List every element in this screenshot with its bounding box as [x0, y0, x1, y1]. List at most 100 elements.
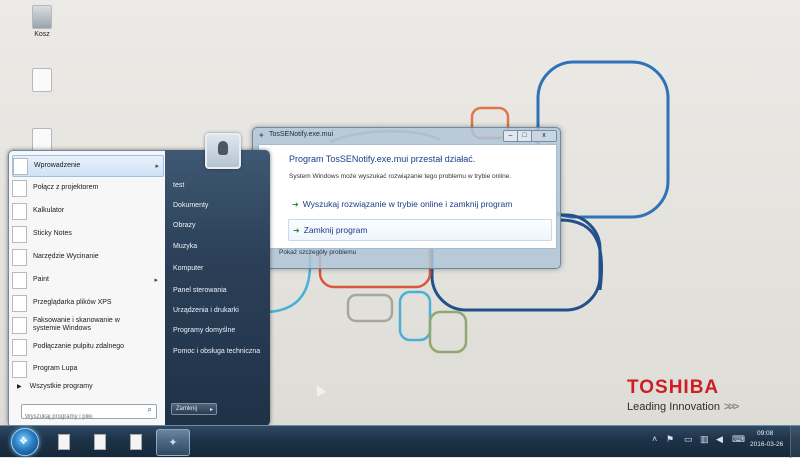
place-default-programs[interactable]: Programy domyślne — [173, 327, 235, 334]
program-item[interactable]: Kalkulator — [12, 201, 162, 221]
chevron-up-icon[interactable]: ˄ — [652, 434, 657, 444]
program-item[interactable]: Podłączanie pulpitu zdalnego — [12, 337, 162, 357]
start-menu: Wprowadzenie ▸ Połącz z projektorem Kalk… — [8, 150, 270, 425]
place-music[interactable]: Muzyka — [173, 243, 197, 250]
desktop-icon-file[interactable] — [22, 68, 62, 94]
desktop-icon-label: Kosz — [34, 31, 50, 38]
program-icon — [12, 294, 27, 312]
battery-icon[interactable]: ▭ — [684, 434, 693, 445]
place-documents[interactable]: Dokumenty — [173, 202, 208, 209]
desktop-icon-recycle-bin[interactable]: Kosz — [22, 5, 62, 38]
desktop: Kosz ✦ TosSENotify.exe.mui – □ x Program… — [0, 0, 800, 425]
shutdown-button[interactable]: Zamknij ▸ — [171, 403, 217, 415]
program-item[interactable]: Sticky Notes — [12, 224, 162, 244]
dialog-description: System Windows może wyszukać rozwiązanie… — [289, 173, 512, 180]
minimize-button[interactable]: – — [503, 130, 518, 142]
place-control-panel[interactable]: Panel sterowania — [173, 287, 227, 294]
document-icon — [58, 433, 70, 450]
avatar[interactable] — [205, 133, 241, 169]
triangle-right-icon: ▶ — [17, 384, 22, 390]
place-devices-printers[interactable]: Urządzenia i drukarki — [173, 307, 239, 314]
program-label: Połącz z projektorem — [33, 184, 99, 191]
start-button[interactable]: ❖ — [11, 428, 39, 456]
tagline-chevrons: >>> — [723, 401, 739, 413]
place-user[interactable]: test — [173, 182, 184, 189]
program-item[interactable]: Paint ▸ — [12, 270, 162, 290]
program-icon — [12, 271, 27, 289]
arrow-right-icon: ➜ — [292, 199, 299, 209]
taskbar-button[interactable] — [84, 429, 116, 454]
clock-time[interactable]: 09:08 — [757, 430, 773, 437]
app-icon: ✦ — [168, 437, 178, 449]
arrow-right-icon: ➜ — [293, 225, 300, 235]
keyboard-icon[interactable]: ⌨ — [732, 434, 745, 445]
program-item[interactable]: Przeglądarka plików XPS — [12, 293, 162, 313]
maximize-button[interactable]: □ — [517, 130, 532, 142]
document-icon — [130, 433, 142, 450]
search-online-option[interactable]: ➜ Wyszukaj rozwiązanie w trybie online i… — [288, 194, 550, 214]
shutdown-label: Zamknij — [176, 406, 198, 412]
program-item[interactable]: Połącz z projektorem — [12, 178, 162, 198]
dialog-heading: Program TosSENotify.exe.mui przestał dzi… — [289, 154, 476, 164]
clock-date[interactable]: 2016-03-26 — [750, 441, 783, 448]
program-icon — [12, 202, 27, 220]
app-icon: ✦ — [258, 131, 265, 140]
program-item[interactable]: Narzędzie Wycinanie — [12, 247, 162, 267]
taskbar-button-active[interactable]: ✦ — [156, 429, 190, 456]
network-icon[interactable]: ▥ — [700, 434, 709, 445]
toshiba-tagline: Leading Innovation >>> — [627, 401, 739, 413]
program-label: Kalkulator — [33, 207, 65, 214]
recycle-bin-icon — [32, 5, 52, 29]
volume-icon[interactable]: ◀ — [716, 434, 723, 445]
show-desktop-button[interactable] — [790, 426, 800, 458]
close-program-option[interactable]: ➜ Zamknij program — [288, 219, 552, 241]
program-item[interactable]: Wprowadzenie ▸ — [12, 155, 164, 177]
start-search-box[interactable]: ⌕ — [21, 404, 157, 424]
program-icon — [12, 248, 27, 266]
place-help-support[interactable]: Pomoc i obsługa techniczna — [173, 348, 260, 355]
flag-icon[interactable]: ⚑ — [666, 434, 674, 445]
taskbar: ❖ ✦ ˄ ⚑ ▭ ▥ ◀ ⌨ 09:08 2016-03-26 — [0, 425, 800, 458]
program-icon — [12, 225, 27, 243]
program-label: Wprowadzenie — [34, 162, 81, 169]
taskbar-button[interactable] — [48, 429, 80, 454]
toshiba-logo: TOSHIBA — [627, 377, 720, 398]
dialog-title: TosSENotify.exe.mui — [269, 131, 334, 138]
place-computer[interactable]: Komputer — [173, 265, 203, 272]
submenu-arrow-icon: ▸ — [155, 163, 159, 170]
option-label: Zamknij program — [303, 225, 368, 235]
search-icon[interactable]: ⌕ — [148, 405, 152, 415]
document-icon — [32, 68, 52, 92]
program-label: Paint — [33, 276, 49, 283]
program-label: Faksowanie i skanowanie w systemie Windo… — [33, 317, 120, 332]
program-label: Narzędzie Wycinanie — [33, 253, 99, 260]
tagline-text: Leading Innovation — [627, 401, 720, 413]
wallpaper-loop-gray — [346, 293, 394, 323]
details-label: Pokaż szczegóły problemu — [279, 249, 357, 256]
place-pictures[interactable]: Obrazy — [173, 222, 196, 229]
show-details-link[interactable]: Pokaż szczegóły problemu — [279, 249, 356, 256]
close-button[interactable]: x — [531, 130, 557, 142]
all-programs-label: Wszystkie programy — [29, 383, 93, 390]
document-icon — [32, 128, 52, 152]
option-label: Wyszukaj rozwiązanie w trybie online i z… — [302, 199, 513, 209]
error-dialog: ✦ TosSENotify.exe.mui – □ x Program TosS… — [252, 127, 561, 269]
program-icon — [12, 316, 27, 334]
start-menu-programs: Wprowadzenie ▸ Połącz z projektorem Kalk… — [8, 150, 166, 425]
taskbar-button[interactable] — [120, 429, 152, 454]
program-item[interactable]: Program Lupa — [12, 359, 162, 379]
program-label: Sticky Notes — [33, 230, 72, 237]
all-programs-item[interactable]: ▶ Wszystkie programy — [17, 383, 93, 390]
program-label: Podłączanie pulpitu zdalnego — [33, 343, 125, 350]
program-icon — [12, 338, 27, 356]
program-item[interactable]: Faksowanie i skanowanie w systemie Windo… — [12, 312, 162, 338]
program-icon — [13, 157, 28, 175]
search-input[interactable] — [22, 410, 138, 424]
shutdown-options-icon[interactable]: ▸ — [210, 406, 213, 413]
wallpaper-loop-aqua — [398, 290, 432, 342]
program-icon — [12, 179, 27, 197]
windows-flag-icon: ❖ — [19, 436, 28, 447]
program-label: Program Lupa — [33, 365, 78, 372]
program-label: Przeglądarka plików XPS — [33, 299, 112, 306]
document-icon — [94, 433, 106, 450]
